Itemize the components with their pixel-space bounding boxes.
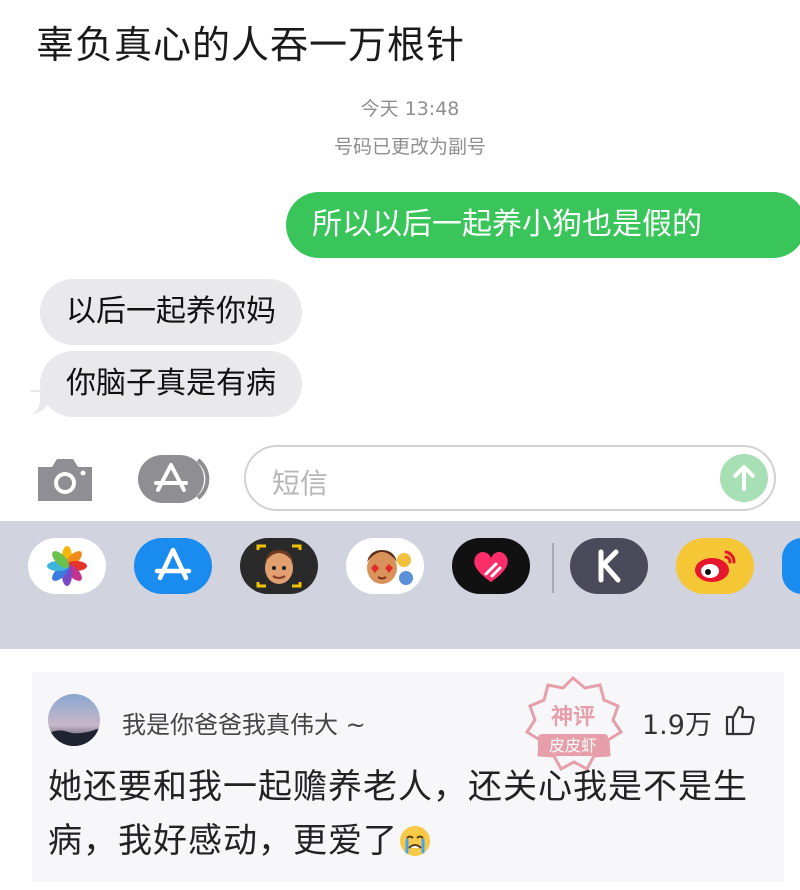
keep-icon[interactable] [570,538,648,594]
watermark-text-bottom: 皮皮虾 [549,736,597,755]
outgoing-message-bubble[interactable]: 所以以后一起养小狗也是假的 [286,192,800,258]
crying-face-icon [398,820,432,856]
comment-text: 她还要和我一起赡养老人，还关心我是不是生病，我好感动，更爱了 [48,760,768,868]
post-title: 辜负真心的人吞一万根针 [36,23,466,67]
avatar[interactable] [48,694,100,746]
memoji-icon[interactable] [240,538,318,594]
partial-app-icon[interactable] [782,538,800,594]
comment-username[interactable]: 我是你爸爸我真伟大 ~ [122,705,366,740]
comment-card: 我是你爸爸我真伟大 ~ 1.9万 她还要和我一起赡养老人，还关心我是不是生病，我… [32,672,784,882]
app-store-icon[interactable] [134,538,212,594]
number-change-notice: 号码已更改为副号 [333,136,486,158]
imessage-app-tray [0,521,800,649]
photos-icon[interactable] [28,538,106,594]
watermark-text-top: 神评 [551,704,595,730]
watermark-stamp: 神评 皮皮虾 [508,672,638,780]
weibo-icon[interactable] [676,538,754,594]
like-count: 1.9万 [642,710,712,741]
incoming-message-bubble[interactable]: 以后一起养你妈 [40,279,302,345]
arrow-up-icon [733,465,755,491]
tray-divider [552,543,554,593]
send-button[interactable] [720,454,768,502]
message-timestamp: 今天 13:48 [360,98,460,120]
app-store-icon[interactable] [136,454,212,504]
incoming-message-bubble[interactable]: 你脑子真是有病 [40,351,302,417]
message-input[interactable]: 短信 [244,445,776,511]
digital-touch-icon[interactable] [452,538,530,594]
animoji-stickers-icon[interactable] [346,538,424,594]
thumbs-up-icon[interactable] [724,704,756,736]
camera-icon[interactable] [34,455,96,503]
message-input-placeholder: 短信 [272,467,329,500]
